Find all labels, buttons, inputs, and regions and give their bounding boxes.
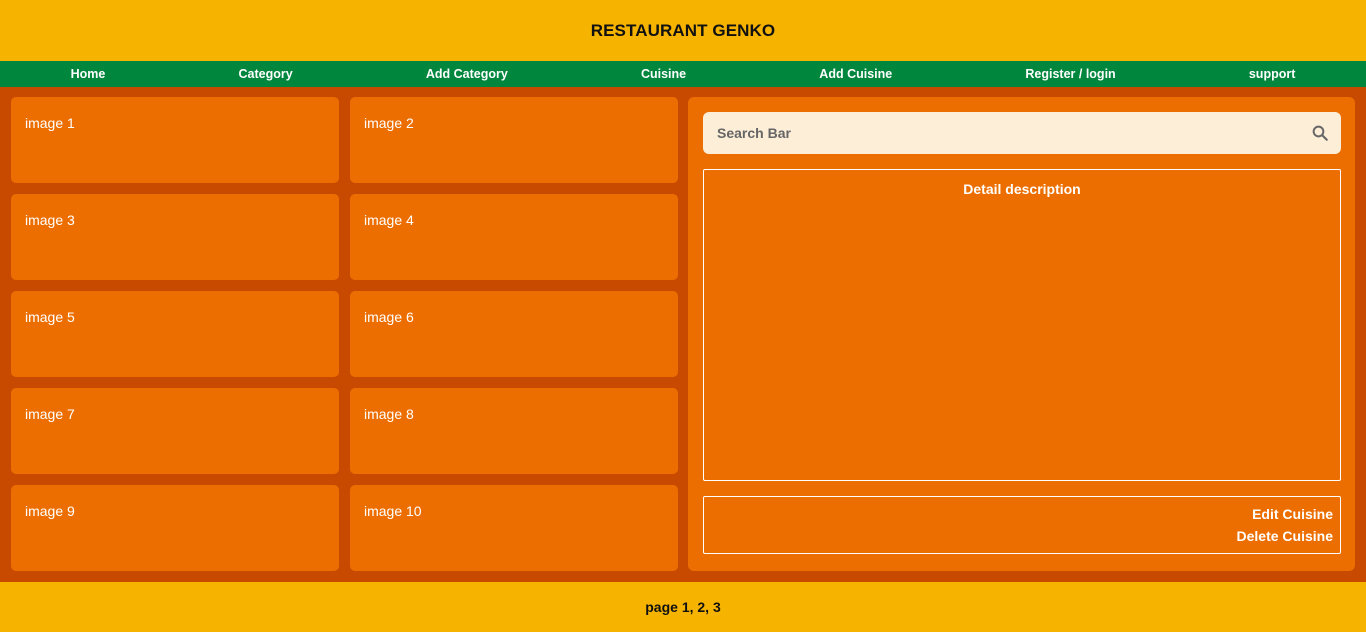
cuisine-card-label: image 6 [364,309,414,325]
edit-cuisine-button[interactable]: Edit Cuisine [1252,506,1333,522]
nav-item-add-cuisine[interactable]: Add Cuisine [819,67,892,81]
nav-item-home[interactable]: Home [71,67,106,81]
search-icon[interactable] [1311,124,1329,142]
cuisine-card-label: image 2 [364,115,414,131]
cuisine-card-label: image 5 [25,309,75,325]
nav-item-cuisine[interactable]: Cuisine [641,67,686,81]
detail-panel: Detail description Edit Cuisine Delete C… [688,97,1355,571]
cuisine-card-label: image 10 [364,503,422,519]
search-bar [703,112,1341,154]
cuisine-card-label: image 9 [25,503,75,519]
cuisine-actions-box: Edit Cuisine Delete Cuisine [703,496,1341,554]
cuisine-card-7[interactable]: image 7 [11,388,339,474]
cuisine-card-4[interactable]: image 4 [350,194,678,280]
cuisine-card-label: image 4 [364,212,414,228]
cuisine-image-grid: image 1 image 2 image 3 image 4 image 5 … [11,97,678,572]
detail-description-box: Detail description [703,169,1341,481]
cuisine-card-label: image 7 [25,406,75,422]
app: RESTAURANT GENKO Home Category Add Categ… [0,0,1366,632]
cuisine-card-6[interactable]: image 6 [350,291,678,377]
footer: page 1, 2, 3 [0,582,1366,632]
search-input[interactable] [717,125,1311,141]
detail-description-title: Detail description [963,181,1081,197]
delete-cuisine-button[interactable]: Delete Cuisine [1237,528,1333,544]
header: RESTAURANT GENKO [0,0,1366,61]
pagination[interactable]: page 1, 2, 3 [645,599,720,615]
cuisine-card-10[interactable]: image 10 [350,485,678,571]
nav-item-add-category[interactable]: Add Category [426,67,508,81]
cuisine-card-1[interactable]: image 1 [11,97,339,183]
nav-item-register-login[interactable]: Register / login [1025,67,1115,81]
cuisine-card-8[interactable]: image 8 [350,388,678,474]
nav-item-category[interactable]: Category [238,67,292,81]
cuisine-card-9[interactable]: image 9 [11,485,339,571]
cuisine-card-5[interactable]: image 5 [11,291,339,377]
cuisine-card-label: image 3 [25,212,75,228]
cuisine-card-label: image 1 [25,115,75,131]
nav-bar: Home Category Add Category Cuisine Add C… [0,61,1366,87]
main-content: image 1 image 2 image 3 image 4 image 5 … [0,87,1366,582]
cuisine-card-3[interactable]: image 3 [11,194,339,280]
page-title: RESTAURANT GENKO [590,20,776,40]
nav-item-support[interactable]: support [1249,67,1296,81]
cuisine-card-label: image 8 [364,406,414,422]
cuisine-card-2[interactable]: image 2 [350,97,678,183]
